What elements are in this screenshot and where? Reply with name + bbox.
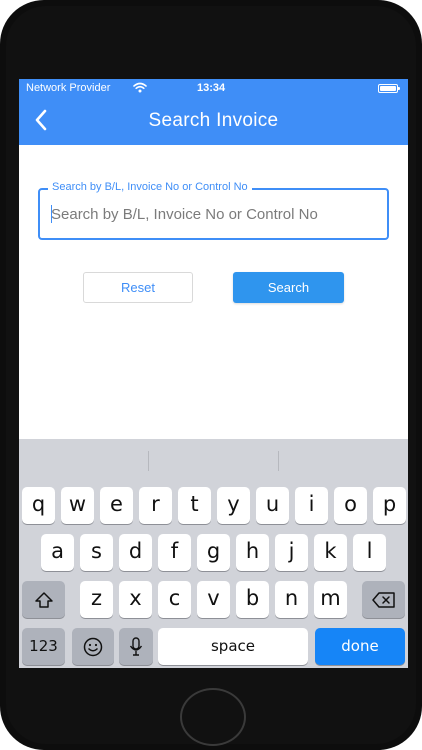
key-z[interactable]: z xyxy=(80,581,113,618)
wifi-icon xyxy=(133,82,147,96)
battery-icon xyxy=(378,84,400,93)
key-a[interactable]: a xyxy=(41,534,74,571)
key-l[interactable]: l xyxy=(353,534,386,571)
search-field-label: Search by B/L, Invoice No or Control No xyxy=(48,181,252,193)
suggestion-divider xyxy=(278,451,279,471)
key-i[interactable]: i xyxy=(295,487,328,524)
suggestion-bar xyxy=(19,439,408,483)
page-title: Search Invoice xyxy=(148,110,279,131)
navigation-header: Network Provider 13:34 Search Invoice xyxy=(19,79,408,145)
key-u[interactable]: u xyxy=(256,487,289,524)
key-h[interactable]: h xyxy=(236,534,269,571)
carrier-name: Network Provider xyxy=(26,82,111,94)
key-f[interactable]: f xyxy=(158,534,191,571)
key-q[interactable]: q xyxy=(22,487,55,524)
reset-button[interactable]: Reset xyxy=(83,272,193,303)
key-w[interactable]: w xyxy=(61,487,94,524)
key-g[interactable]: g xyxy=(197,534,230,571)
app-screen: Network Provider 13:34 Search Invoice Se… xyxy=(19,79,408,668)
on-screen-keyboard: q w e r t y u i o p a s d f g h j k l z … xyxy=(19,439,408,668)
status-time: 13:34 xyxy=(197,82,226,94)
key-s[interactable]: s xyxy=(80,534,113,571)
numbers-key[interactable]: 123 xyxy=(22,628,65,665)
key-t[interactable]: t xyxy=(178,487,211,524)
search-field[interactable]: Search by B/L, Invoice No or Control No xyxy=(38,181,389,240)
space-key[interactable]: space xyxy=(158,628,308,665)
key-b[interactable]: b xyxy=(236,581,269,618)
text-cursor xyxy=(51,205,52,223)
key-r[interactable]: r xyxy=(139,487,172,524)
backspace-key[interactable] xyxy=(362,581,405,618)
key-o[interactable]: o xyxy=(334,487,367,524)
done-key[interactable]: done xyxy=(315,628,405,665)
emoji-icon xyxy=(83,637,103,656)
search-button[interactable]: Search xyxy=(233,272,344,303)
suggestion-divider xyxy=(148,451,149,471)
key-k[interactable]: k xyxy=(314,534,347,571)
emoji-key[interactable] xyxy=(72,628,114,665)
key-x[interactable]: x xyxy=(119,581,152,618)
search-input[interactable] xyxy=(51,204,371,224)
key-y[interactable]: y xyxy=(217,487,250,524)
key-n[interactable]: n xyxy=(275,581,308,618)
key-j[interactable]: j xyxy=(275,534,308,571)
status-bar: Network Provider 13:34 xyxy=(19,79,408,97)
key-c[interactable]: c xyxy=(158,581,191,618)
key-v[interactable]: v xyxy=(197,581,230,618)
key-m[interactable]: m xyxy=(314,581,347,618)
phone-frame: Network Provider 13:34 Search Invoice Se… xyxy=(0,0,422,750)
backspace-icon xyxy=(371,591,395,608)
key-e[interactable]: e xyxy=(100,487,133,524)
key-d[interactable]: d xyxy=(119,534,152,571)
microphone-icon xyxy=(129,636,143,656)
shift-icon xyxy=(34,591,53,608)
key-p[interactable]: p xyxy=(373,487,406,524)
home-button[interactable] xyxy=(180,688,246,746)
shift-key[interactable] xyxy=(22,581,65,618)
dictation-key[interactable] xyxy=(119,628,153,665)
